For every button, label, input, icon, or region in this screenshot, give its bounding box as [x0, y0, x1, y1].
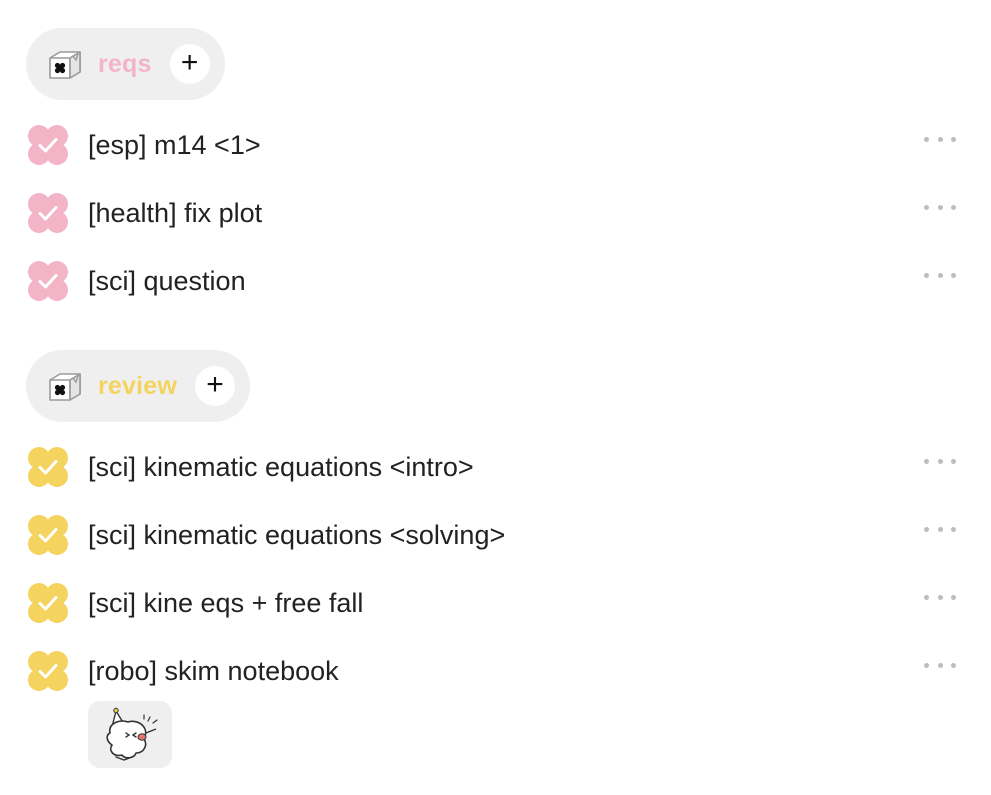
completed-check-icon[interactable] [26, 445, 70, 489]
task-row: [sci] kine eqs + free fall [26, 579, 956, 627]
box-icon [46, 369, 84, 403]
more-options-icon[interactable] [924, 451, 956, 471]
completed-check-icon[interactable] [26, 649, 70, 693]
more-options-icon[interactable] [924, 197, 956, 217]
task-row: [esp] m14 <1> [26, 121, 956, 169]
task-title[interactable]: [sci] kine eqs + free fall [88, 588, 363, 619]
group-title-review: review [98, 371, 178, 400]
completed-check-icon[interactable] [26, 191, 70, 235]
group-title-reqs: reqs [98, 49, 152, 78]
group-header-reqs: reqs + [26, 28, 225, 100]
completed-check-icon[interactable] [26, 259, 70, 303]
task-row: [sci] kinematic equations <intro> [26, 443, 956, 491]
task-row: [sci] kinematic equations <solving> [26, 511, 956, 559]
task-title[interactable]: [health] fix plot [88, 198, 262, 229]
completed-check-icon[interactable] [26, 513, 70, 557]
more-options-icon[interactable] [924, 655, 956, 675]
add-task-button-review[interactable]: + [195, 366, 236, 406]
task-title[interactable]: [sci] kinematic equations <intro> [88, 452, 474, 483]
add-task-button-reqs[interactable]: + [169, 44, 210, 84]
task-row: [health] fix plot [26, 189, 956, 237]
sticker-reaction[interactable] [88, 701, 172, 768]
task-title[interactable]: [sci] question [88, 266, 246, 297]
task-title[interactable]: [sci] kinematic equations <solving> [88, 520, 505, 551]
more-options-icon[interactable] [924, 129, 956, 149]
completed-check-icon[interactable] [26, 581, 70, 625]
task-title[interactable]: [esp] m14 <1> [88, 130, 261, 161]
more-options-icon[interactable] [924, 587, 956, 607]
more-options-icon[interactable] [924, 519, 956, 539]
task-row: [robo] skim notebook [26, 647, 956, 695]
group-header-review: review + [26, 350, 251, 422]
task-row: [sci] question [26, 257, 956, 305]
completed-check-icon[interactable] [26, 123, 70, 167]
more-options-icon[interactable] [924, 265, 956, 285]
task-title[interactable]: [robo] skim notebook [88, 656, 339, 687]
box-icon [46, 47, 84, 81]
party-ghost-sticker-icon [106, 707, 158, 761]
